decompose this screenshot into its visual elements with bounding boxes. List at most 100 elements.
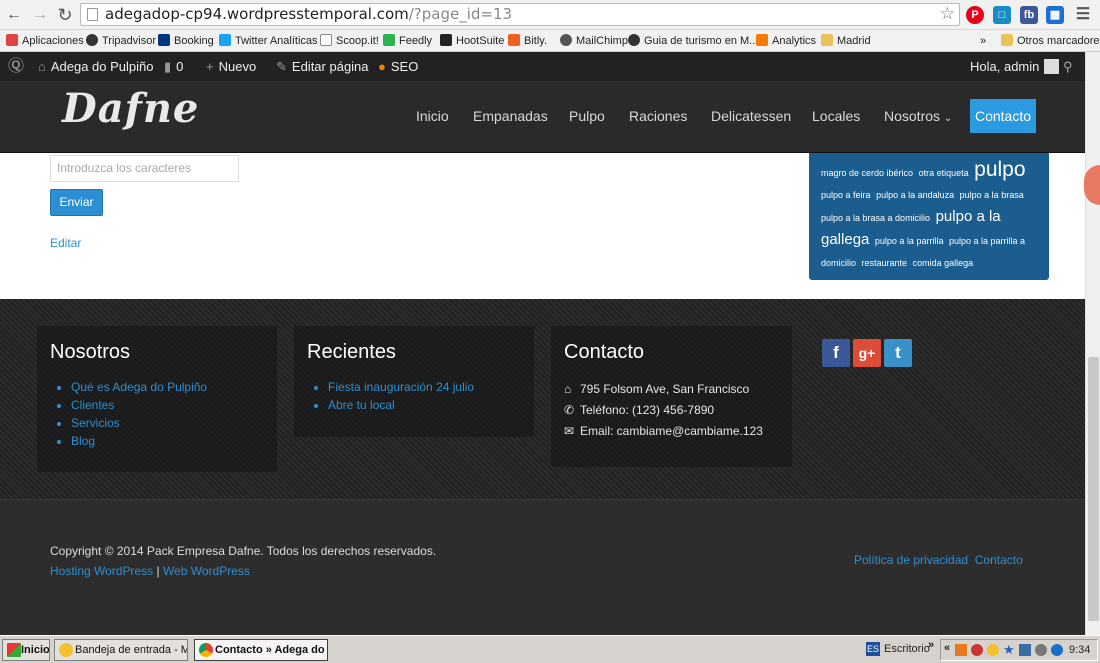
start-button[interactable]: Inicio — [2, 639, 50, 661]
bookmark-star-icon[interactable]: ☆ — [940, 4, 955, 25]
tray-app-icon[interactable] — [1035, 644, 1047, 656]
other-bookmarks[interactable]: Otros marcadores — [1001, 33, 1100, 49]
admin-edit-page[interactable]: ✎ Editar página — [276, 52, 369, 81]
footer-link[interactable]: Qué es Adega do Pulpiño — [71, 378, 207, 396]
tray-app-icon[interactable] — [987, 644, 999, 656]
menu-icon[interactable]: ☰ — [1074, 6, 1092, 24]
tag-link[interactable]: pulpo a la andaluza — [876, 190, 954, 200]
back-arrow-icon[interactable]: ← — [4, 5, 24, 25]
bookmark-twitter-analiticas[interactable]: Twitter Analíticas — [219, 33, 318, 49]
bookmark-mailchimp[interactable]: MailChimp — [560, 33, 628, 49]
tag-link[interactable]: restaurante — [862, 258, 908, 268]
bookmark-aplicaciones[interactable]: Aplicaciones — [6, 33, 84, 49]
tag-link[interactable]: pulpo — [974, 158, 1025, 181]
privacy-link[interactable]: Política de privacidad — [854, 553, 968, 567]
link-separator: | — [156, 564, 160, 578]
tag-link[interactable]: magro de cerdo ibérico — [821, 168, 913, 178]
footer-link[interactable]: Servicios — [71, 414, 207, 432]
tag-cloud: magro de cerdo ibérico otra etiqueta pul… — [809, 153, 1049, 280]
mailchimp-icon — [560, 34, 572, 46]
forward-arrow-icon[interactable]: → — [30, 5, 50, 25]
nav-raciones[interactable]: Raciones — [629, 108, 687, 124]
footer-contact-link[interactable]: Contacto — [975, 553, 1023, 567]
antivirus-icon[interactable] — [971, 644, 983, 656]
site-logo[interactable]: Dafne — [62, 85, 199, 132]
tag-link[interactable]: pulpo a la brasa — [960, 190, 1024, 200]
wp-admin-bar: Ⓠ ⌂ Adega do Pulpiño ▮ 0 + Nuevo ✎ Editar pá… — [0, 52, 1085, 81]
admin-site-name[interactable]: ⌂ Adega do Pulpiño — [38, 52, 154, 81]
clock[interactable]: 9:34 — [1069, 644, 1090, 656]
web-wordpress-link[interactable]: Web WordPress — [163, 564, 250, 578]
footer-link[interactable]: Clientes — [71, 396, 207, 414]
folder-icon — [1001, 34, 1013, 46]
tray-app-icon[interactable] — [1051, 644, 1063, 656]
twitter-icon[interactable]: t — [884, 339, 912, 367]
url-host: adegadop-cp94.wordpresstemporal.com — [105, 5, 409, 23]
wordpress-logo-icon[interactable]: Ⓠ — [8, 52, 24, 81]
bookmark-tripadvisor[interactable]: Tripadvisor — [86, 33, 156, 49]
page-scrollbar[interactable] — [1085, 52, 1100, 635]
facebook-icon[interactable]: f — [822, 339, 850, 367]
address-bar[interactable]: adegadop-cp94.wordpresstemporal.com/?pag… — [80, 3, 960, 26]
bookmark-analytics[interactable]: Analytics — [756, 33, 816, 49]
admin-comments[interactable]: ▮ 0 — [164, 52, 183, 81]
hosting-wordpress-link[interactable]: Hosting WordPress — [50, 564, 153, 578]
reload-icon[interactable]: ↻ — [55, 5, 75, 25]
language-icon[interactable]: ES — [866, 642, 880, 656]
bookmark-bitly[interactable]: Bitly. — [508, 33, 547, 49]
scrollbar-thumb[interactable] — [1088, 357, 1099, 621]
tag-link[interactable]: otra etiqueta — [919, 168, 969, 178]
admin-seo[interactable]: ● SEO — [378, 52, 418, 81]
footer-link[interactable]: Fiesta inauguración 24 julio — [328, 378, 474, 396]
tray-expand-icon[interactable]: « — [944, 642, 950, 654]
nav-delicatessen[interactable]: Delicatessen — [711, 108, 791, 124]
search-icon[interactable]: ⚲ — [1063, 52, 1073, 81]
captcha-input[interactable]: Introduzca los caracteres — [50, 155, 239, 182]
mail-icon — [59, 643, 73, 657]
tag-link[interactable]: pulpo a feira — [821, 190, 871, 200]
envelope-icon: ✉ — [564, 424, 575, 438]
feedly-icon — [383, 34, 395, 46]
tray-app-icon[interactable] — [955, 644, 967, 656]
pinterest-icon[interactable]: P — [966, 6, 984, 24]
bookmark-guia-turismo[interactable]: Guia de turismo en M... — [628, 33, 758, 49]
google-plus-icon[interactable]: g+ — [853, 339, 881, 367]
bookmark-hootsuite[interactable]: HootSuite — [440, 33, 504, 49]
nav-locales[interactable]: Locales — [812, 108, 860, 124]
bookmark-scoopit[interactable]: Scoop.it! — [320, 33, 379, 49]
widget-recientes: Recientes Fiesta inauguración 24 julio A… — [294, 326, 534, 437]
facebook-ext-icon[interactable]: fb — [1020, 6, 1038, 24]
desktop-toolbar[interactable]: Escritorio — [884, 643, 930, 655]
star-tray-icon[interactable]: ★ — [1003, 642, 1015, 658]
desktop-chevron-icon[interactable]: » — [928, 639, 934, 651]
nav-inicio[interactable]: Inicio — [416, 108, 449, 124]
network-icon[interactable] — [1019, 644, 1031, 656]
site-header: Dafne Inicio Empanadas Pulpo Raciones De… — [0, 81, 1085, 153]
tag-link[interactable]: pulpo a la brasa a domicilio — [821, 213, 930, 223]
tag-link[interactable]: comida gallega — [913, 258, 974, 268]
contact-email: ✉ Email: cambiame@cambiame.123 — [564, 424, 763, 438]
tag-link[interactable]: pulpo a la parrilla — [875, 236, 944, 246]
extension-icon[interactable]: □ — [993, 6, 1011, 24]
edit-link[interactable]: Editar — [50, 236, 81, 250]
bookmark-booking[interactable]: Booking — [158, 33, 214, 49]
admin-account[interactable]: Hola, admin — [970, 52, 1060, 81]
widget-title: Nosotros — [50, 341, 131, 363]
taskbar-item-mail[interactable]: Bandeja de entrada - Mic... — [54, 639, 188, 661]
nav-pulpo[interactable]: Pulpo — [569, 108, 605, 124]
admin-new[interactable]: + Nuevo — [206, 52, 256, 81]
bookmark-madrid[interactable]: Madrid — [821, 33, 871, 49]
submit-button[interactable]: Enviar — [50, 189, 103, 216]
dropbox-icon[interactable]: ▩ — [1046, 6, 1064, 24]
nav-contacto-button[interactable]: Contacto — [970, 99, 1036, 133]
windows-logo-icon — [7, 643, 21, 657]
footer-link[interactable]: Abre tu local — [328, 396, 474, 414]
taskbar-item-chrome[interactable]: Contacto » Adega do ... — [194, 639, 328, 661]
nav-empanadas[interactable]: Empanadas — [473, 108, 548, 124]
widget-nosotros: Nosotros Qué es Adega do Pulpiño Cliente… — [37, 326, 277, 472]
footer-link[interactable]: Blog — [71, 432, 207, 450]
nav-nosotros[interactable]: Nosotros ⌄ — [884, 108, 952, 124]
bookmarks-overflow[interactable]: » — [980, 33, 986, 49]
bookmark-feedly[interactable]: Feedly — [383, 33, 432, 49]
guide-icon — [628, 34, 640, 46]
